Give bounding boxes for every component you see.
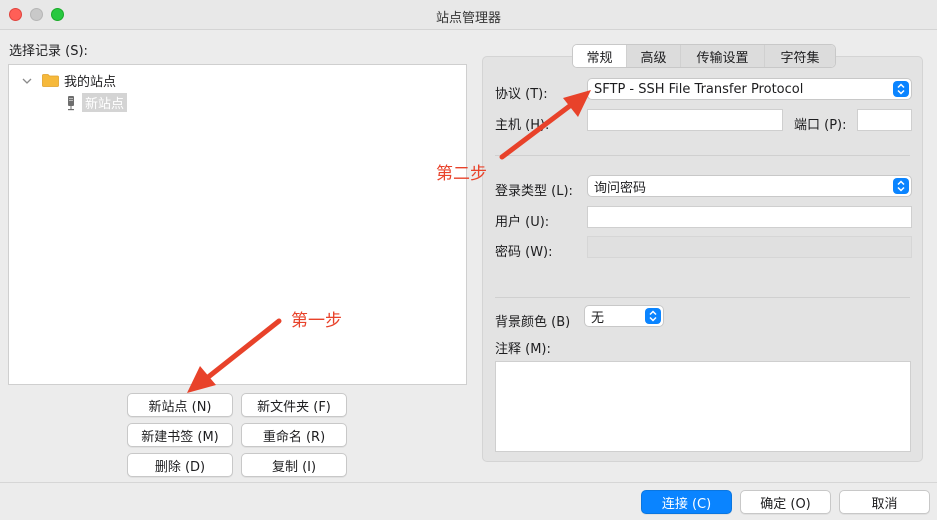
window-title: 站点管理器 bbox=[435, 11, 501, 26]
password-label: 密码 (W): bbox=[495, 245, 553, 260]
chevron-down-icon[interactable] bbox=[22, 76, 32, 86]
logon-type-label: 登录类型 (L): bbox=[495, 184, 573, 199]
logon-type-value: 询问密码 bbox=[594, 180, 647, 196]
delete-button[interactable]: 删除 (D) bbox=[127, 453, 233, 477]
cancel-button[interactable]: 取消 bbox=[839, 490, 930, 514]
divider bbox=[495, 297, 910, 298]
select-stepper-icon bbox=[645, 308, 661, 324]
port-input[interactable] bbox=[857, 109, 912, 131]
password-input bbox=[587, 236, 912, 258]
new-site-button[interactable]: 新站点 (N) bbox=[127, 393, 233, 417]
tree-folder-my-sites[interactable]: 我的站点 bbox=[22, 71, 116, 90]
connect-button[interactable]: 连接 (C) bbox=[641, 490, 732, 514]
folder-icon bbox=[42, 74, 59, 87]
logon-type-select[interactable]: 询问密码 bbox=[587, 175, 912, 197]
server-icon bbox=[68, 95, 74, 110]
port-label: 端口 (P): bbox=[794, 118, 847, 133]
copy-button[interactable]: 复制 (I) bbox=[241, 453, 347, 477]
tree-site-label: 新站点 bbox=[82, 93, 128, 112]
tree-item-new-site[interactable]: 新站点 bbox=[66, 93, 128, 112]
background-color-value: 无 bbox=[591, 310, 605, 326]
protocol-value: SFTP - SSH File Transfer Protocol bbox=[594, 81, 804, 97]
host-label: 主机 (H): bbox=[495, 118, 550, 133]
background-color-label: 背景颜色 (B) bbox=[495, 315, 571, 330]
select-stepper-icon bbox=[893, 178, 909, 194]
tree-folder-label: 我的站点 bbox=[64, 75, 117, 90]
protocol-label: 协议 (T): bbox=[495, 87, 548, 102]
tab-general[interactable]: 常规 bbox=[573, 45, 627, 67]
select-entry-label: 选择记录 (S): bbox=[9, 44, 88, 59]
tab-transfer-settings[interactable]: 传输设置 bbox=[681, 45, 765, 67]
user-input[interactable] bbox=[587, 206, 912, 228]
site-manager-window: 站点管理器 选择记录 (S): 我的站点 新站点 新站点 (N) 新文件夹 (F… bbox=[0, 0, 937, 520]
protocol-select[interactable]: SFTP - SSH File Transfer Protocol bbox=[587, 78, 912, 100]
comments-label: 注释 (M): bbox=[495, 342, 551, 357]
user-label: 用户 (U): bbox=[495, 215, 550, 230]
host-input[interactable] bbox=[587, 109, 783, 131]
settings-tabs: 常规 高级 传输设置 字符集 bbox=[572, 44, 836, 68]
new-bookmark-button[interactable]: 新建书签 (M) bbox=[127, 423, 233, 447]
step-two-annotation: 第二步 bbox=[436, 164, 487, 184]
tab-charset[interactable]: 字符集 bbox=[765, 45, 835, 67]
tab-advanced[interactable]: 高级 bbox=[627, 45, 681, 67]
rename-button[interactable]: 重命名 (R) bbox=[241, 423, 347, 447]
divider bbox=[495, 155, 910, 156]
ok-button[interactable]: 确定 (O) bbox=[740, 490, 831, 514]
footer-divider bbox=[0, 482, 937, 483]
titlebar: 站点管理器 bbox=[0, 0, 937, 30]
background-color-select[interactable]: 无 bbox=[584, 305, 664, 327]
site-tree[interactable]: 我的站点 新站点 bbox=[8, 64, 467, 385]
comments-textarea[interactable] bbox=[495, 361, 911, 452]
step-one-annotation: 第一步 bbox=[291, 311, 342, 331]
select-stepper-icon bbox=[893, 81, 909, 97]
new-folder-button[interactable]: 新文件夹 (F) bbox=[241, 393, 347, 417]
